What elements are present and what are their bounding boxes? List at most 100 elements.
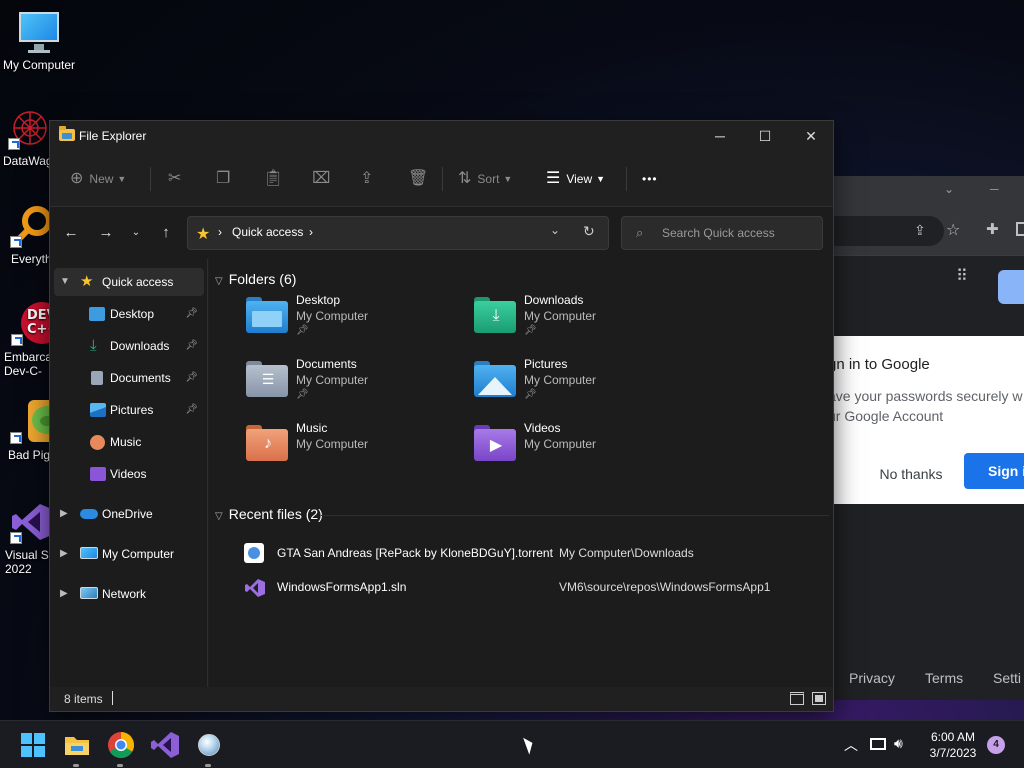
breadcrumb-separator-icon[interactable]: › [309, 225, 313, 239]
taskbar-file-explorer[interactable] [61, 729, 93, 767]
divider [442, 167, 443, 191]
trash-icon: 🗑︎ [408, 170, 429, 187]
folders-section-header[interactable]: ▽ Folders (6) [215, 271, 296, 287]
recent-file-row[interactable]: GTA San Andreas [RePack by KloneBDGuY].t… [244, 539, 824, 567]
sidebar-item-network[interactable]: ▶ Network [54, 580, 204, 608]
sidebar-item-documents[interactable]: Documents 📌︎ [54, 364, 204, 392]
browser-window[interactable]: ⌄ ─ ⇪ ☆ ✚ ⠿ gn in to Google ave your pas… [828, 176, 1024, 700]
terms-link[interactable]: Terms [925, 670, 963, 686]
start-icon [21, 733, 45, 757]
recent-file-row[interactable]: WindowsFormsApp1.sln VM6\source\repos\Wi… [244, 573, 824, 601]
sidebar-item-pictures[interactable]: Pictures 📌︎ [54, 396, 204, 424]
details-view-icon[interactable] [790, 692, 804, 705]
copy-button[interactable]: ❐ [216, 169, 236, 189]
close-button[interactable]: ✕ [788, 121, 834, 151]
chevron-right-icon[interactable]: ▶ [60, 540, 68, 568]
delete-button[interactable]: 🗑︎ [408, 169, 434, 189]
recent-file-path: VM6\source\repos\WindowsFormsApp1 [559, 580, 771, 594]
folder-tile-music[interactable]: ♪ Music My Computer [246, 419, 466, 477]
address-history-chevron-icon[interactable]: ⌄ [550, 223, 560, 237]
notification-badge[interactable]: 4 [987, 736, 1005, 754]
taskbar-chrome[interactable] [105, 729, 137, 767]
status-divider [112, 691, 113, 705]
share-button[interactable]: ⇪ [360, 169, 379, 189]
taskbar-visual-studio[interactable] [149, 729, 181, 761]
sidebar-item-desktop[interactable]: Desktop 📌︎ [54, 300, 204, 328]
recent-locations-chevron-icon[interactable]: ⌄ [124, 221, 148, 245]
sign-in-button[interactable]: Sign i [964, 453, 1024, 489]
folder-name: Pictures [524, 357, 568, 371]
folders-heading: Folders (6) [228, 271, 297, 287]
sidebar-item-my-computer[interactable]: ▶ My Computer [54, 540, 204, 568]
sidepanel-icon[interactable] [1016, 222, 1024, 236]
forward-arrow-icon[interactable]: → [94, 221, 118, 245]
address-bar[interactable]: ★ › Quick access › ⌄ ↻ [187, 216, 609, 250]
file-explorer-window[interactable]: File Explorer ─ ☐ ✕ ⊕ New ▼ ✂ ❐ 📋︎ ⌧ ⇪ 🗑… [49, 120, 834, 712]
new-button[interactable]: ⊕ New ▼ [70, 169, 126, 189]
folder-name: Documents [296, 357, 357, 371]
search-box[interactable]: ⌕ [621, 216, 823, 250]
sidebar-item-downloads[interactable]: ⤓ Downloads 📌︎ [54, 332, 204, 360]
recent-files-section-header[interactable]: ▽ Recent files (2) [215, 506, 323, 522]
chevron-down-icon[interactable]: ▽ [215, 511, 223, 522]
sidebar-item-videos[interactable]: Videos [54, 460, 204, 488]
up-arrow-icon[interactable]: ↑ [154, 221, 178, 245]
sidebar-item-label: Documents [110, 371, 171, 385]
folder-name: Desktop [296, 293, 341, 307]
start-button[interactable] [17, 729, 49, 761]
visual-studio-icon [10, 500, 54, 544]
pin-icon: 📌︎ [185, 308, 198, 319]
google-apps-icon[interactable]: ⠿ [956, 269, 968, 285]
more-options-button[interactable]: ••• [642, 169, 658, 189]
account-avatar[interactable] [998, 270, 1024, 304]
minimize-button[interactable]: ─ [697, 121, 743, 151]
chrome-icon [108, 732, 135, 759]
chevron-down-icon[interactable]: ▽ [215, 276, 223, 287]
back-arrow-icon[interactable]: ← [59, 221, 83, 245]
desktop-icon-my-computer[interactable]: My Computer [1, 10, 77, 72]
bookmark-star-icon[interactable]: ☆ [946, 220, 960, 240]
breadcrumb-separator-icon[interactable]: › [218, 225, 222, 239]
no-thanks-button[interactable]: No thanks [870, 456, 952, 492]
rename-button[interactable]: ⌧ [312, 169, 336, 189]
chevron-down-icon[interactable]: ▼ [60, 268, 70, 296]
maximize-button[interactable]: ☐ [742, 121, 788, 151]
folder-tile-desktop[interactable]: Desktop My Computer 📌︎ [246, 291, 466, 349]
taskbar: ︿ 🔊︎ 6:00 AM 3/7/2023 4 [0, 720, 1024, 768]
network-status-icon[interactable] [870, 738, 886, 750]
search-input[interactable] [662, 223, 812, 243]
browser-tabbar: ⌄ ─ [834, 176, 1024, 206]
popup-description-line: ave your passwords securely w [828, 388, 1023, 404]
folder-tile-downloads[interactable]: ⤓ Downloads My Computer 📌︎ [474, 291, 694, 349]
folder-tile-pictures[interactable]: Pictures My Computer 📌︎ [474, 355, 694, 413]
cut-button[interactable]: ✂ [168, 169, 187, 189]
breadcrumb-quick-access[interactable]: Quick access [232, 225, 303, 239]
view-button[interactable]: ☰ View ▼ [546, 169, 605, 189]
large-icons-view-icon[interactable] [812, 692, 826, 705]
clock-time: 6:00 AM [930, 730, 976, 744]
share-icon[interactable]: ⇪ [914, 222, 926, 239]
extensions-icon[interactable]: ✚ [986, 220, 999, 238]
browser-minimize-button[interactable]: ─ [990, 182, 999, 196]
tab-search-chevron-icon[interactable]: ⌄ [944, 182, 954, 196]
pin-icon: 📌︎ [296, 389, 309, 400]
folder-tile-videos[interactable]: ▶ Videos My Computer [474, 419, 694, 477]
show-hidden-icons-chevron-icon[interactable]: ︿ [844, 735, 858, 755]
chevron-right-icon[interactable]: ▶ [60, 500, 68, 528]
omnibox[interactable]: ⇪ [834, 216, 944, 246]
clock[interactable]: 6:00 AM 3/7/2023 [920, 729, 986, 761]
taskbar-app[interactable] [193, 729, 225, 767]
sort-button[interactable]: ⇅ Sort ▼ [458, 169, 512, 189]
navigation-bar: ← → ⌄ ↑ ★ › Quick access › ⌄ ↻ ⌕ [50, 207, 833, 259]
sidebar-item-onedrive[interactable]: ▶ OneDrive [54, 500, 204, 528]
chevron-right-icon[interactable]: ▶ [60, 580, 68, 608]
volume-icon[interactable]: 🔊︎ [894, 735, 903, 752]
title-bar[interactable]: File Explorer ─ ☐ ✕ [50, 121, 833, 151]
folder-tile-documents[interactable]: ☰ Documents My Computer 📌︎ [246, 355, 466, 413]
privacy-link[interactable]: Privacy [849, 670, 895, 686]
refresh-icon[interactable]: ↻ [583, 223, 595, 240]
sidebar-item-quick-access[interactable]: ▼ ★ Quick access [54, 268, 204, 296]
sidebar-item-music[interactable]: Music [54, 428, 204, 456]
paste-button[interactable]: 📋︎ [263, 169, 289, 189]
settings-link[interactable]: Setti [993, 670, 1021, 686]
